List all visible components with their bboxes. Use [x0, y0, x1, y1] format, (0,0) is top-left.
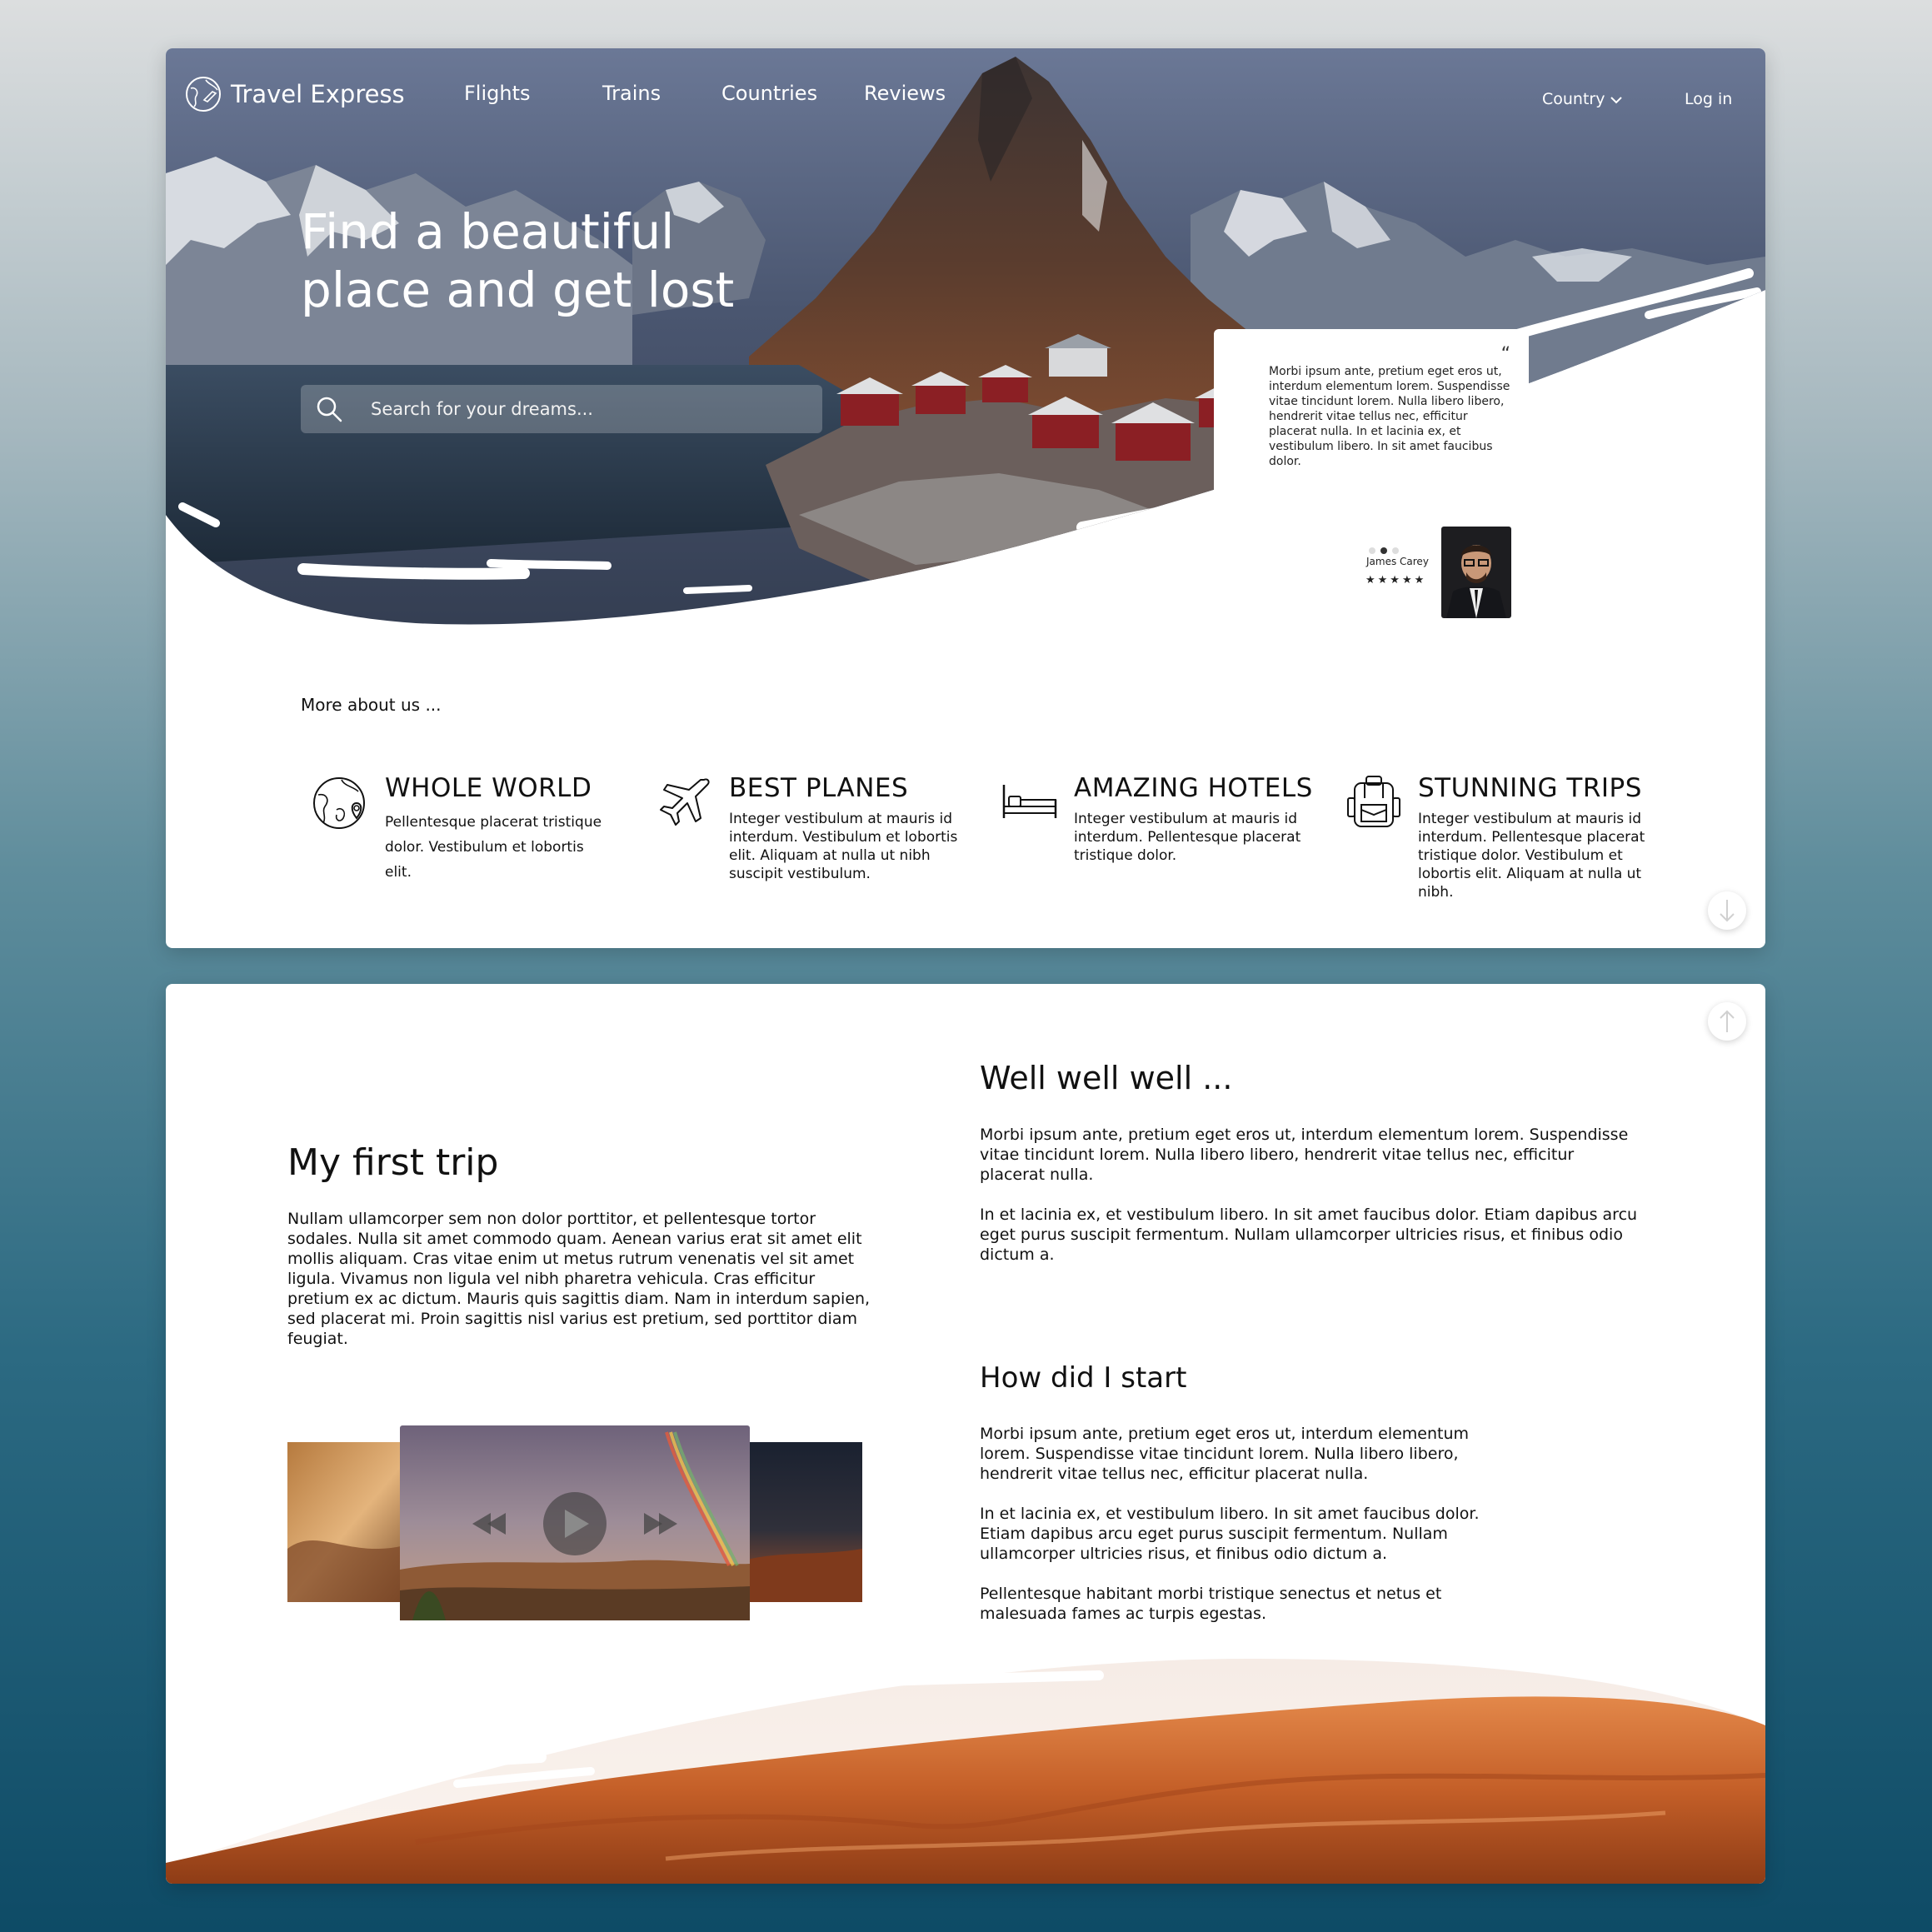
story-card: My first trip Nullam ullamcorper sem non…: [166, 984, 1765, 1884]
backpack-icon: [1347, 776, 1400, 827]
search-input[interactable]: [369, 398, 789, 420]
arrow-down-icon: [1720, 900, 1735, 922]
brand-name: Travel Express: [231, 80, 405, 108]
globe-pin-icon: [313, 777, 365, 829]
nav-trains[interactable]: Trains: [602, 82, 661, 105]
how-title: How did I start: [980, 1361, 1187, 1395]
feature-description: Integer vestibulum at mauris id interdum…: [1418, 811, 1645, 901]
play-button-icon[interactable]: [543, 1492, 607, 1555]
globe-plane-icon: [186, 77, 221, 112]
scroll-up-button[interactable]: [1708, 1002, 1746, 1041]
country-label: Country: [1542, 90, 1605, 108]
feature-title: WHOLE WORLD: [385, 773, 592, 803]
nav-countries[interactable]: Countries: [721, 82, 817, 105]
how-paragraph-3: Pellentesque habitant morbi tristique se…: [980, 1585, 1442, 1623]
plane-icon: [660, 778, 710, 826]
login-link[interactable]: Log in: [1685, 90, 1732, 108]
how-paragraph-1: Morbi ipsum ante, pretium eget eros ut, …: [980, 1425, 1470, 1483]
feature-description: Pellentesque placerat tristique dolor. V…: [385, 814, 602, 881]
desert-dunes-image: [166, 1659, 1765, 1884]
brand-logo[interactable]: Travel Express: [184, 75, 405, 113]
well-paragraph-1: Morbi ipsum ante, pretium eget eros ut, …: [980, 1126, 1629, 1184]
reviewer-name: James Carey: [1366, 556, 1429, 567]
headline-line-1: Find a beautiful: [301, 203, 675, 260]
more-about-heading: More about us ...: [301, 695, 442, 715]
headline-line-2: place and get lost: [301, 262, 735, 318]
feature-title: AMAZING HOTELS: [1074, 773, 1313, 803]
feature-description: Integer vestibulum at mauris id interdum…: [1074, 811, 1301, 864]
search-bar[interactable]: [301, 385, 822, 433]
review-dot-2[interactable]: [1380, 547, 1387, 554]
well-paragraph-2: In et lacinia ex, et vestibulum libero. …: [980, 1206, 1638, 1264]
how-paragraph-2: In et lacinia ex, et vestibulum libero. …: [980, 1505, 1480, 1563]
nav-flights[interactable]: Flights: [464, 82, 531, 105]
top-nav: Travel Express Flights Trains Countries …: [166, 48, 1765, 148]
first-trip-text: Nullam ullamcorper sem non dolor porttit…: [287, 1210, 871, 1348]
well-title: Well well well ...: [980, 1060, 1233, 1096]
search-icon: [317, 397, 342, 422]
rating-stars: ★★★★★: [1365, 574, 1427, 587]
review-dot-1[interactable]: [1369, 547, 1375, 554]
reviewer-avatar: [1441, 527, 1511, 618]
bed-icon: [1002, 785, 1057, 818]
scroll-down-button[interactable]: [1708, 891, 1746, 930]
landing-card: Travel Express Flights Trains Countries …: [166, 48, 1765, 948]
hero-headline: Find a beautiful place and get lost: [301, 202, 767, 319]
quote-mark: “: [1500, 344, 1510, 365]
review-dot-3[interactable]: [1392, 547, 1399, 554]
feature-title: BEST PLANES: [729, 773, 909, 803]
country-dropdown[interactable]: Country: [1542, 90, 1622, 108]
review-text: Morbi ipsum ante, pretium eget eros ut, …: [1269, 365, 1510, 468]
first-trip-title: My first trip: [287, 1141, 499, 1184]
video-gallery: [287, 1424, 862, 1624]
arrow-up-icon: [1720, 1010, 1735, 1032]
chevron-down-icon: [1610, 97, 1622, 104]
nav-reviews[interactable]: Reviews: [864, 82, 946, 105]
feature-description: Integer vestibulum at mauris id interdum…: [729, 811, 958, 882]
review-pagination: [1369, 547, 1399, 554]
feature-title: STUNNING TRIPS: [1418, 773, 1642, 803]
